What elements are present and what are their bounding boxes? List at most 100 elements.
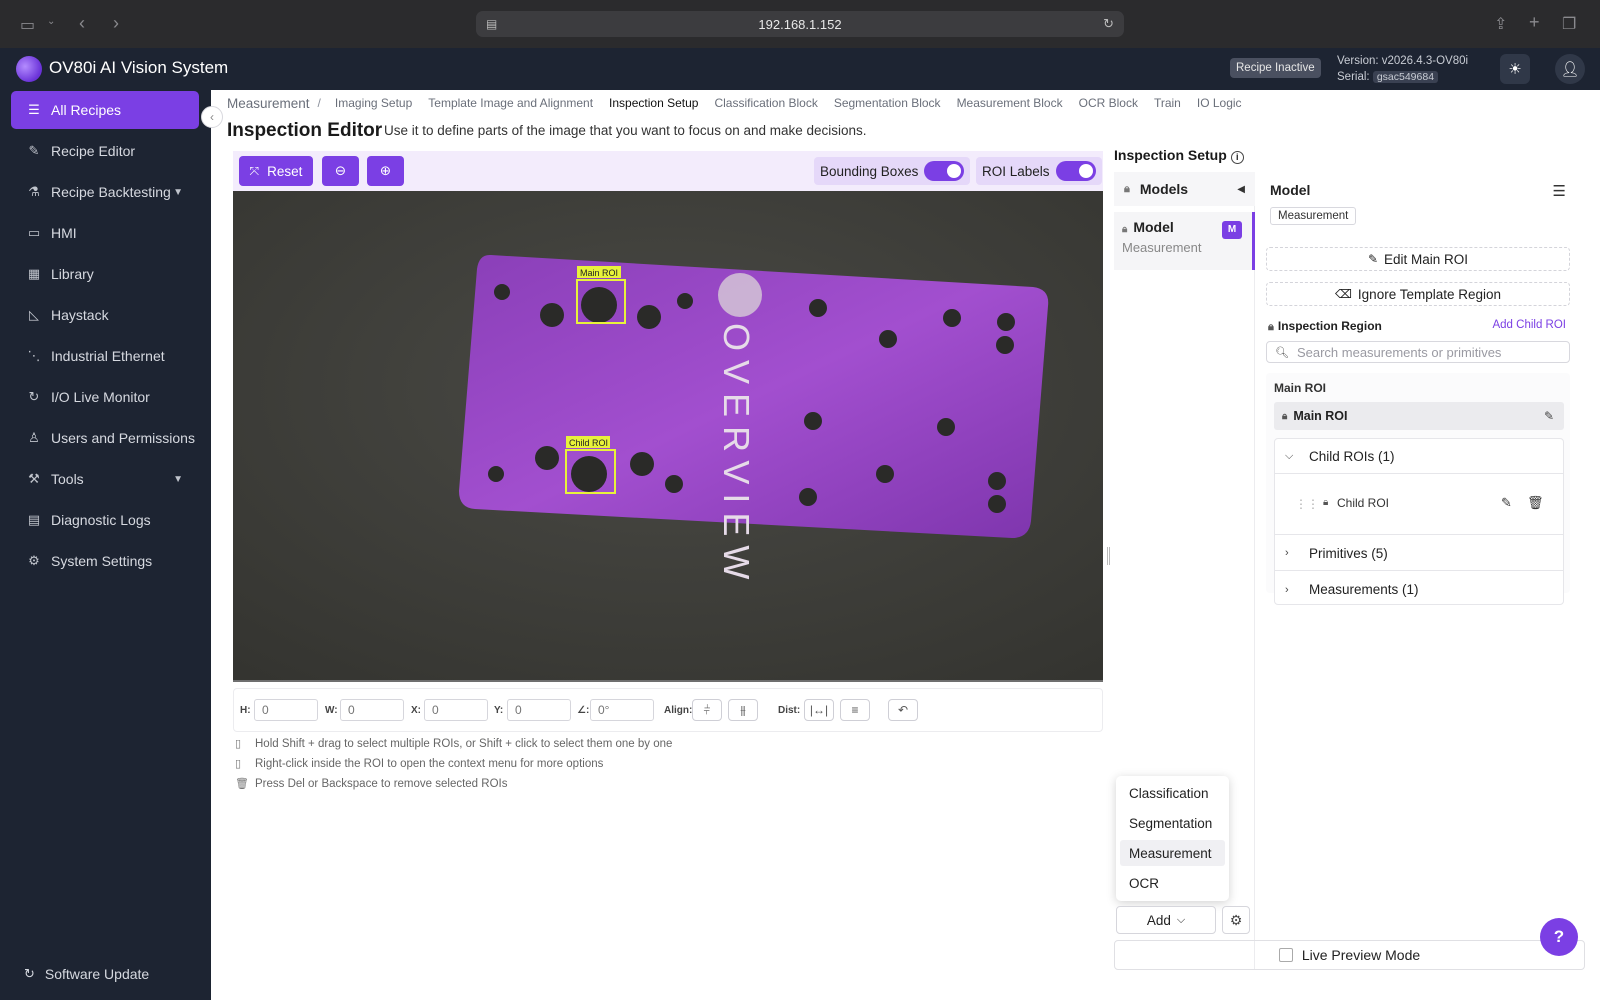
menu-item-segmentation[interactable]: Segmentation (1120, 810, 1225, 836)
x-input[interactable] (424, 699, 488, 721)
sidebar-item-io-live-monitor[interactable]: ↻ I/O Live Monitor (11, 378, 199, 416)
menu-item-measurement[interactable]: Measurement (1120, 840, 1225, 866)
add-child-roi-link[interactable]: Add Child ROI (1492, 319, 1566, 331)
width-input[interactable] (340, 699, 404, 721)
share-icon[interactable]: ⇪ (1494, 14, 1507, 34)
new-tab-icon[interactable]: + (1529, 12, 1540, 33)
sidebar-item-library[interactable]: ▦ Library (11, 255, 199, 293)
primitives-group[interactable]: › Primitives (5) (1275, 536, 1563, 571)
sidebar-collapse-button[interactable]: ‹ (201, 106, 223, 128)
sidebar-item-diagnostic-logs[interactable]: ▤ Diagnostic Logs (11, 501, 199, 539)
model-name-label: Model (1133, 219, 1174, 235)
menu-item-ocr[interactable]: OCR (1120, 870, 1225, 896)
help-button[interactable]: ? (1540, 918, 1578, 956)
version-label: Version: v2026.4.3-OV80i (1337, 55, 1469, 67)
menu-item-classification[interactable]: Classification (1120, 780, 1225, 806)
sidebar-item-recipe-backtesting[interactable]: ⚗ Recipe Backtesting ▼ (11, 173, 199, 211)
menu-icon[interactable]: ☰ (1553, 182, 1566, 200)
roi-labels-toggle[interactable]: ROI Labels (976, 157, 1102, 185)
account-button[interactable]: 👤︎ (1555, 54, 1585, 84)
angle-input[interactable] (590, 699, 654, 721)
edit-icon[interactable]: ✎ (1501, 495, 1512, 511)
address-bar[interactable]: ▤ 192.168.1.152 ↻ (476, 11, 1124, 37)
app-logo (16, 56, 42, 82)
align-horizontal-button[interactable]: ⫩ (692, 699, 722, 721)
models-header[interactable]: 🔒︎ Models ◀ (1114, 172, 1255, 206)
bounding-boxes-toggle[interactable]: Bounding Boxes (814, 157, 971, 185)
edit-main-roi-button[interactable]: ✎ Edit Main ROI (1266, 247, 1570, 271)
forward-icon[interactable]: › (113, 13, 119, 34)
tab-classification-block[interactable]: Classification Block (714, 96, 817, 110)
pencil-icon: ✎ (1367, 252, 1379, 266)
tab-template-image-and-alignment[interactable]: Template Image and Alignment (428, 96, 593, 110)
software-update-link[interactable]: ↻ Software Update (24, 966, 149, 982)
sidebar-item-label: Recipe Editor (51, 143, 136, 159)
align-label: Align: (664, 705, 693, 716)
tabs-overview-icon[interactable]: ❐ (1562, 14, 1576, 34)
collapse-left-icon[interactable]: ◀ (1237, 184, 1245, 195)
sidebar-item-label: HMI (51, 225, 77, 241)
sidebar-item-label: Tools (51, 471, 84, 487)
measurements-group[interactable]: › Measurements (1) (1275, 572, 1563, 607)
drag-handle-icon[interactable]: ⋮⋮ (1295, 497, 1319, 511)
reload-icon[interactable]: ↻ (1103, 16, 1114, 32)
add-button[interactable]: Add ⌵ (1116, 906, 1216, 934)
distribute-horizontal-button[interactable]: |↔| (804, 699, 834, 721)
height-input[interactable] (254, 699, 318, 721)
tab-io-logic[interactable]: IO Logic (1197, 96, 1242, 110)
chevron-down-icon[interactable]: ⌄ (47, 16, 55, 27)
sidebar-item-recipe-editor[interactable]: ✎ Recipe Editor (11, 132, 199, 170)
settings-button[interactable]: ⚙ (1222, 906, 1250, 934)
tab-inspection-setup[interactable]: Inspection Setup (609, 96, 698, 110)
breadcrumb-root[interactable]: Measurement (227, 96, 310, 111)
search-input[interactable]: 🔍︎ Search measurements or primitives (1266, 341, 1570, 363)
edit-icon[interactable]: ✎ (1544, 409, 1554, 423)
wrench-icon: ⚒ (28, 471, 40, 486)
ignore-template-region-button[interactable]: ⌫ Ignore Template Region (1266, 282, 1570, 306)
back-icon[interactable]: ‹ (79, 13, 85, 34)
sidebar-item-industrial-ethernet[interactable]: ⋱ Industrial Ethernet (11, 337, 199, 375)
roi-labels-switch[interactable] (1055, 161, 1096, 181)
theme-toggle-button[interactable]: ☀ (1500, 54, 1530, 84)
distribute-vertical-button[interactable]: ≡ (840, 699, 870, 721)
tab-measurement-block[interactable]: Measurement Block (957, 96, 1063, 110)
inspection-canvas[interactable]: OVERVIEW Main ROI Child ROI (233, 191, 1103, 682)
page-settings-icon[interactable]: ▤ (486, 17, 497, 31)
child-rois-group[interactable]: ⌵ Child ROIs (1) (1275, 439, 1563, 474)
align-vertical-button[interactable]: ⫵ (728, 699, 758, 721)
zoom-in-button[interactable]: ⊕ (367, 156, 404, 186)
sidebar-item-hmi[interactable]: ▭ HMI (11, 214, 199, 252)
main-roi-row[interactable]: 🔒︎ Main ROI ✎ (1274, 402, 1564, 430)
model-list-item[interactable]: 🔒︎ Model Measurement M (1114, 212, 1255, 270)
tab-segmentation-block[interactable]: Segmentation Block (834, 96, 941, 110)
tab-ocr-block[interactable]: OCR Block (1079, 96, 1138, 110)
info-icon[interactable]: i (1230, 151, 1244, 164)
editor-toolbar: ⤧ Reset ⊖ ⊕ Bounding Boxes ROI Labels (233, 151, 1103, 191)
angle-label: ∠: (577, 705, 590, 716)
sidebar-item-haystack[interactable]: ◺ Haystack (11, 296, 199, 334)
sidebar-item-users-and-permissions[interactable]: ♙ Users and Permissions (11, 419, 199, 457)
zoom-out-button[interactable]: ⊖ (322, 156, 359, 186)
trash-icon[interactable]: 🗑︎ (1527, 495, 1544, 511)
chevron-down-icon: ▼ (173, 186, 183, 198)
sidebar-item-all-recipes[interactable]: ☰ All Recipes (11, 91, 199, 129)
edit-main-roi-label: Edit Main ROI (1384, 251, 1469, 267)
live-preview-toggle[interactable]: Live Preview Mode (1114, 940, 1585, 970)
sidebar-toggle-icon[interactable]: ▭ (20, 15, 35, 35)
live-preview-checkbox[interactable] (1278, 948, 1293, 962)
height-label: H: (240, 705, 251, 716)
sidebar-item-tools[interactable]: ⚒ Tools ▼ (11, 460, 199, 498)
tab-imaging-setup[interactable]: Imaging Setup (335, 96, 412, 110)
tab-train[interactable]: Train (1154, 96, 1181, 110)
panel-resize-handle[interactable] (1107, 547, 1110, 565)
bounding-boxes-switch[interactable] (924, 161, 965, 181)
main-roi-section-label: Main ROI (1274, 381, 1327, 395)
reset-label: Reset (267, 163, 303, 179)
child-roi-item[interactable]: ⋮⋮ 🔒︎ Child ROI ✎ 🗑︎ (1275, 475, 1563, 535)
undo-button[interactable]: ↶ (888, 699, 918, 721)
reset-button[interactable]: ⤧ Reset (239, 156, 313, 186)
y-input[interactable] (507, 699, 571, 721)
dist-label: Dist: (778, 705, 801, 716)
roi-labels-label: ROI Labels (982, 163, 1050, 179)
sidebar-item-system-settings[interactable]: ⚙ System Settings (11, 542, 199, 580)
